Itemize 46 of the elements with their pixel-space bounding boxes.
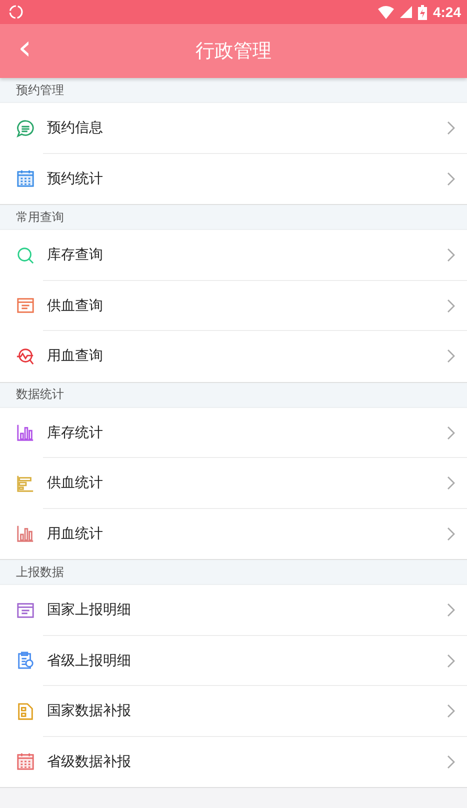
chevron-right-icon <box>447 349 455 364</box>
chevron-right-icon <box>447 476 455 490</box>
chevron-right-icon <box>447 754 455 769</box>
menu-label: 供血查询 <box>47 296 104 315</box>
menu-label: 省级上报明细 <box>47 652 132 670</box>
menu-label: 用血查询 <box>47 347 104 366</box>
menu-label: 国家数据补报 <box>47 702 132 720</box>
menu-label: 供血统计 <box>47 474 104 492</box>
menu-label: 省级数据补报 <box>47 752 132 771</box>
section-title: 常用查询 <box>16 208 64 226</box>
menu-item[interactable]: 预约统计 <box>0 154 467 204</box>
menu-item[interactable]: 用血统计 <box>0 508 467 559</box>
menu-item[interactable]: 库存查询 <box>0 230 467 280</box>
menu-label: 国家上报明细 <box>47 601 132 620</box>
wifi-icon <box>378 6 394 18</box>
menu-item[interactable]: 供血查询 <box>0 280 467 331</box>
chevron-right-icon <box>447 704 455 718</box>
menu-label: 库存统计 <box>47 424 104 442</box>
chevron-right-icon <box>447 654 455 668</box>
battery-icon <box>418 4 427 20</box>
chevron-right-icon <box>447 248 455 262</box>
menu-label: 库存查询 <box>47 246 104 264</box>
app-logo-icon <box>8 4 24 20</box>
chevron-right-icon <box>447 298 455 313</box>
page-title: 行政管理 <box>194 39 272 64</box>
chevron-right-icon <box>447 426 455 440</box>
menu-label: 预约信息 <box>47 119 104 138</box>
menu-item[interactable]: 国家上报明细 <box>0 585 467 636</box>
menu-item[interactable]: 预约信息 <box>0 103 467 154</box>
chevron-right-icon <box>447 603 455 618</box>
section-title: 上报数据 <box>16 564 64 580</box>
signal-icon <box>400 6 412 18</box>
menu-item[interactable]: 省级上报明细 <box>0 636 467 686</box>
menu-item[interactable]: 省级数据补报 <box>0 736 467 787</box>
menu-label: 用血统计 <box>47 524 104 543</box>
menu-item[interactable]: 国家数据补报 <box>0 686 467 736</box>
chevron-right-icon <box>447 172 455 186</box>
menu-item[interactable]: 供血统计 <box>0 458 467 508</box>
section-title: 数据统计 <box>16 386 64 403</box>
chevron-right-icon <box>447 121 455 136</box>
menu-item[interactable]: 用血查询 <box>0 331 467 382</box>
section-title: 预约管理 <box>16 82 64 98</box>
menu-item[interactable]: 库存统计 <box>0 408 467 458</box>
chevron-right-icon <box>447 526 455 541</box>
status-time: 4:24 <box>432 4 461 20</box>
menu-label: 预约统计 <box>47 170 104 188</box>
